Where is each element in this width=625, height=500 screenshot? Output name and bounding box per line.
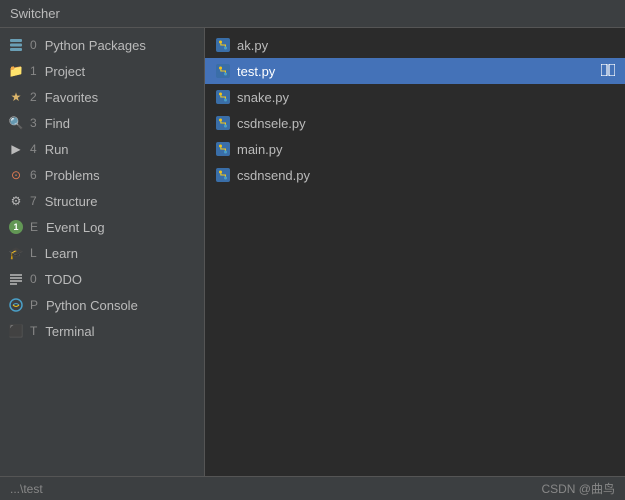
event-log-badge: 1: [9, 220, 23, 234]
sidebar-label-todo: TODO: [45, 272, 82, 287]
sidebar-label-find: Find: [45, 116, 70, 131]
sidebar-label-structure: Structure: [45, 194, 98, 209]
sidebar-item-python-console[interactable]: P Python Console: [0, 292, 204, 318]
title: Switcher: [10, 6, 60, 21]
file-item-snake[interactable]: snake.py: [205, 84, 625, 110]
shortcut-6: 6: [30, 168, 37, 182]
py-file-icon-selected: [215, 63, 231, 79]
sidebar-label-favorites: Favorites: [45, 90, 98, 105]
shortcut-2: 2: [30, 90, 37, 104]
search-icon: 🔍: [8, 115, 24, 131]
terminal-icon: ⬛: [8, 323, 24, 339]
file-name-main: main.py: [237, 142, 283, 157]
sidebar-item-todo[interactable]: 0 TODO: [0, 266, 204, 292]
star-icon: ★: [8, 89, 24, 105]
sidebar-label-terminal: Terminal: [45, 324, 94, 339]
shortcut-7: 7: [30, 194, 37, 208]
sidebar-item-python-packages[interactable]: 0 Python Packages: [0, 32, 204, 58]
shortcut-3: 3: [30, 116, 37, 130]
file-name-ak: ak.py: [237, 38, 268, 53]
file-item-main[interactable]: main.py: [205, 136, 625, 162]
main-content: 0 Python Packages 📁 1 Project ★ 2 Favori…: [0, 28, 625, 476]
status-bar: ...\test CSDN @曲鸟: [0, 476, 625, 500]
py-file-icon-snake: [215, 89, 231, 105]
sidebar-label-run: Run: [45, 142, 69, 157]
file-name-csdnsele: csdnsele.py: [237, 116, 306, 131]
status-credit: CSDN @曲鸟: [541, 480, 615, 497]
sidebar-label-python-console: Python Console: [46, 298, 138, 313]
status-path: ...\test: [10, 482, 43, 496]
sidebar-label-python-packages: Python Packages: [45, 38, 146, 53]
shortcut-1: 1: [30, 64, 37, 78]
problems-icon: ⊙: [8, 167, 24, 183]
learn-icon: 🎓: [8, 245, 24, 261]
shortcut-L: L: [30, 246, 37, 260]
sidebar-item-run[interactable]: ▶ 4 Run: [0, 136, 204, 162]
sidebar-item-learn[interactable]: 🎓 L Learn: [0, 240, 204, 266]
shortcut-E: E: [30, 220, 38, 234]
shortcut-4: 4: [30, 142, 37, 156]
split-view-icon[interactable]: [601, 64, 615, 79]
sidebar-label-problems: Problems: [45, 168, 100, 183]
sidebar-label-event-log: Event Log: [46, 220, 105, 235]
console-icon: [8, 297, 24, 313]
py-file-icon: [215, 37, 231, 53]
py-file-icon-main: [215, 141, 231, 157]
sidebar-item-project[interactable]: 📁 1 Project: [0, 58, 204, 84]
sidebar-item-structure[interactable]: ⚙ 7 Structure: [0, 188, 204, 214]
sidebar-item-favorites[interactable]: ★ 2 Favorites: [0, 84, 204, 110]
py-file-icon-csdnsele: [215, 115, 231, 131]
shortcut-P: P: [30, 298, 38, 312]
file-item-ak[interactable]: ak.py: [205, 32, 625, 58]
sidebar: 0 Python Packages 📁 1 Project ★ 2 Favori…: [0, 28, 205, 476]
py-file-icon-csdnsend: [215, 167, 231, 183]
structure-icon: ⚙: [8, 193, 24, 209]
sidebar-item-event-log[interactable]: 1 E Event Log: [0, 214, 204, 240]
file-item-csdnsend[interactable]: csdnsend.py: [205, 162, 625, 188]
shortcut-T: T: [30, 324, 37, 338]
todo-icon: [8, 271, 24, 287]
layers-icon: [8, 37, 24, 53]
file-name-test: test.py: [237, 64, 275, 79]
sidebar-label-learn: Learn: [45, 246, 78, 261]
file-item-test[interactable]: test.py: [205, 58, 625, 84]
title-bar: Switcher: [0, 0, 625, 28]
file-list: ak.py test.py: [205, 28, 625, 476]
file-name-csdnsend: csdnsend.py: [237, 168, 310, 183]
sidebar-item-find[interactable]: 🔍 3 Find: [0, 110, 204, 136]
sidebar-label-project: Project: [45, 64, 85, 79]
shortcut-todo-0: 0: [30, 272, 37, 286]
shortcut-0: 0: [30, 38, 37, 52]
file-name-snake: snake.py: [237, 90, 289, 105]
sidebar-item-terminal[interactable]: ⬛ T Terminal: [0, 318, 204, 344]
sidebar-item-problems[interactable]: ⊙ 6 Problems: [0, 162, 204, 188]
run-icon: ▶: [8, 141, 24, 157]
eventlog-icon: 1: [8, 219, 24, 235]
file-item-csdnsele[interactable]: csdnsele.py: [205, 110, 625, 136]
folder-icon: 📁: [8, 63, 24, 79]
